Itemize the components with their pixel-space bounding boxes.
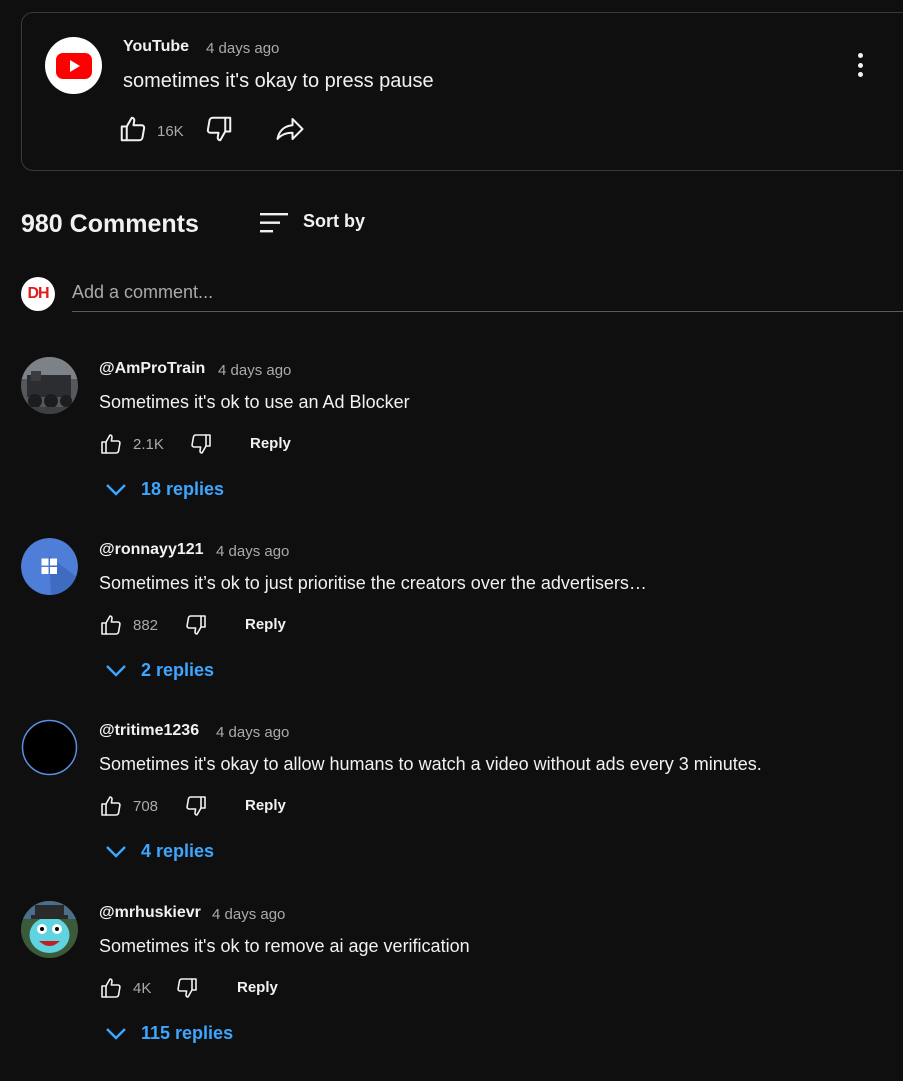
comments-count: 980 Comments: [21, 210, 199, 238]
comment-author[interactable]: @mrhuskievr: [99, 904, 201, 922]
thumbs-up-icon[interactable]: [99, 976, 123, 1000]
post-like-count: 16K: [157, 123, 184, 140]
thumbs-up-icon[interactable]: [99, 794, 123, 818]
thumbs-up-icon[interactable]: [118, 114, 148, 144]
reply-button[interactable]: Reply: [237, 979, 278, 996]
post-timestamp[interactable]: 4 days ago: [206, 40, 279, 57]
chevron-down-icon: [106, 664, 126, 677]
share-icon[interactable]: [274, 114, 306, 144]
chevron-down-icon: [106, 845, 126, 858]
thumbs-down-icon[interactable]: [184, 794, 208, 818]
comment-thread: @tritime1236 4 days ago Sometimes it's o…: [0, 719, 903, 899]
comment-text: Sometimes it's ok to use an Ad Blocker: [99, 392, 410, 412]
comment-timestamp[interactable]: 4 days ago: [216, 543, 289, 560]
reply-button[interactable]: Reply: [245, 797, 286, 814]
avatar[interactable]: [21, 719, 78, 776]
youtube-logo-icon: [55, 52, 92, 79]
view-replies-button[interactable]: 18 replies: [105, 479, 224, 500]
view-replies-button[interactable]: 2 replies: [105, 660, 214, 681]
thumbs-down-icon[interactable]: [175, 976, 199, 1000]
chevron-down-icon: [106, 1027, 126, 1040]
view-replies-button[interactable]: 115 replies: [105, 1023, 233, 1044]
comment-timestamp[interactable]: 4 days ago: [216, 724, 289, 741]
comment-like-count: 708: [133, 798, 159, 815]
add-comment-input[interactable]: Add a comment...: [72, 281, 903, 312]
reply-button[interactable]: Reply: [245, 616, 286, 633]
comment-thread: @mrhuskievr 4 days ago Sometimes it's ok…: [0, 901, 903, 1081]
comment-thread: @AmProTrain 4 days ago Sometimes it's ok…: [0, 357, 903, 537]
comment-like-count: 882: [133, 617, 159, 634]
reply-button[interactable]: Reply: [250, 435, 291, 452]
thumbs-up-icon[interactable]: [99, 432, 123, 456]
comment-text: Sometimes it’s ok to just prioritise the…: [99, 573, 647, 593]
comment-timestamp[interactable]: 4 days ago: [218, 362, 291, 379]
replies-count: 115 replies: [141, 1023, 234, 1043]
avatar[interactable]: [21, 538, 78, 595]
channel-avatar[interactable]: [45, 37, 102, 94]
thumbs-down-icon[interactable]: [184, 613, 208, 637]
post-author[interactable]: YouTube: [123, 38, 189, 56]
comment-like-count: 2.1K: [133, 436, 164, 453]
replies-count: 4 replies: [141, 841, 215, 861]
avatar[interactable]: [21, 901, 78, 958]
comment-author[interactable]: @tritime1236: [99, 722, 199, 740]
comment-thread: @ronnayy121 4 days ago Sometimes it’s ok…: [0, 538, 903, 718]
avatar-initials: DH: [27, 285, 49, 302]
community-post-card: YouTube 4 days ago sometimes it's okay t…: [21, 12, 903, 171]
comment-like-count: 4K: [133, 980, 152, 997]
avatar[interactable]: [21, 357, 78, 414]
sort-icon[interactable]: [258, 208, 290, 238]
replies-count: 18 replies: [141, 479, 225, 499]
comment-author[interactable]: @AmProTrain: [99, 360, 205, 378]
post-text: sometimes it's okay to press pause: [123, 70, 434, 92]
sort-by-button[interactable]: Sort by: [303, 211, 365, 232]
comment-text: Sometimes it's okay to allow humans to w…: [99, 754, 762, 774]
comment-timestamp[interactable]: 4 days ago: [212, 906, 285, 923]
comment-author[interactable]: @ronnayy121: [99, 541, 204, 559]
more-actions-icon[interactable]: [850, 51, 870, 79]
view-replies-button[interactable]: 4 replies: [105, 841, 214, 862]
replies-count: 2 replies: [141, 660, 215, 680]
avatar[interactable]: DH: [21, 277, 55, 311]
thumbs-down-icon[interactable]: [204, 114, 234, 144]
thumbs-up-icon[interactable]: [99, 613, 123, 637]
chevron-down-icon: [106, 483, 126, 496]
comment-text: Sometimes it's ok to remove ai age verif…: [99, 936, 470, 956]
thumbs-down-icon[interactable]: [189, 432, 213, 456]
